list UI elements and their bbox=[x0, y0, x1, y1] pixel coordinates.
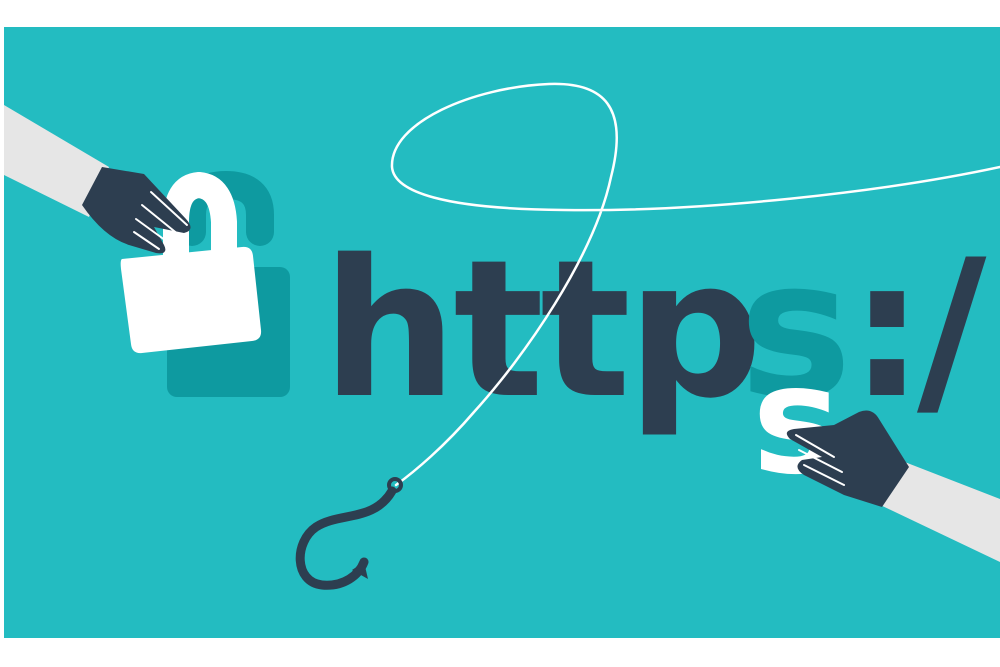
phishing-illustration: http s :/ s bbox=[4, 82, 1000, 590]
illustration-canvas: http s :/ s bbox=[0, 0, 1000, 667]
url-prefix-text: http bbox=[322, 219, 759, 440]
teal-panel: http s :/ s bbox=[4, 27, 1000, 638]
url-suffix-text: :/ bbox=[849, 219, 987, 440]
fishing-hook-icon bbox=[295, 477, 403, 590]
